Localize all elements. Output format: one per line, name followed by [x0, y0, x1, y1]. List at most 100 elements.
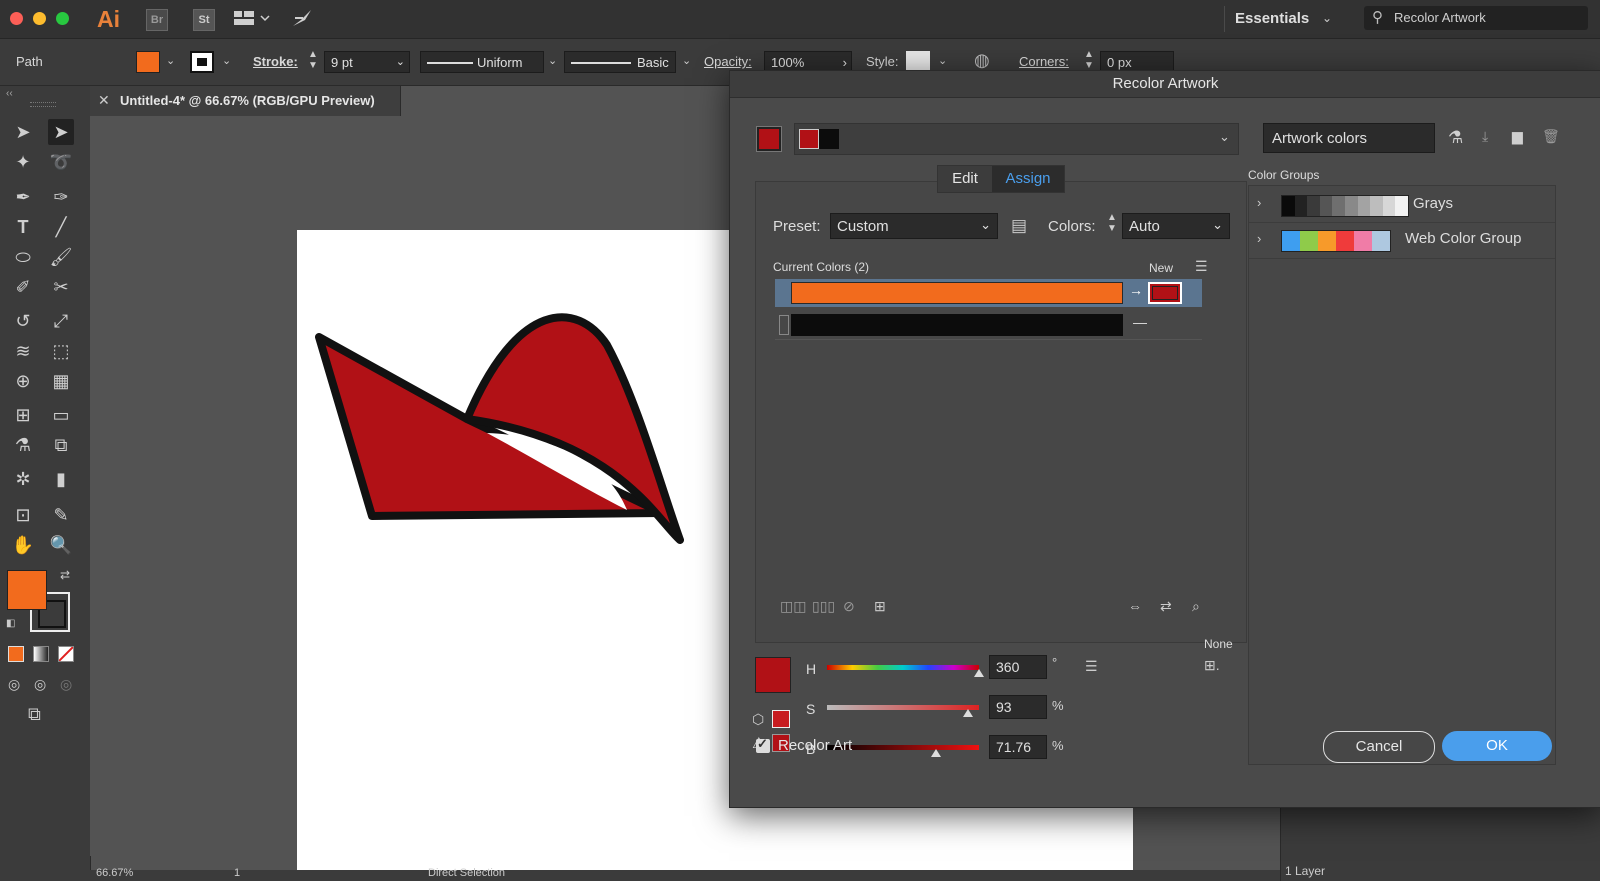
chevron-down-icon[interactable]: ⌄ — [166, 54, 175, 67]
stroke-label[interactable]: Stroke: — [253, 54, 298, 69]
pen-tool-icon[interactable]: ✒ — [10, 184, 36, 210]
color-group-row[interactable]: › Web Color Group — [1249, 222, 1555, 259]
corners-label[interactable]: Corners: — [1019, 54, 1069, 69]
symbol-sprayer-tool-icon[interactable]: ✲ — [10, 466, 36, 492]
document-tab[interactable]: ✕ Untitled-4* @ 66.67% (RGB/GPU Preview) — [90, 86, 401, 116]
stroke-weight-field[interactable]: 9 pt ⌄ — [324, 51, 410, 73]
stepper-icon[interactable]: ▲ ▼ — [1107, 212, 1117, 234]
color-row-selected[interactable]: → — [775, 279, 1202, 307]
opacity-label[interactable]: Opacity: — [704, 54, 752, 69]
minimize-window-button[interactable] — [33, 12, 46, 25]
preset-select[interactable]: Custom ⌄ — [830, 213, 998, 239]
stock-icon[interactable]: St — [193, 9, 215, 31]
color-row[interactable]: — — [775, 311, 1202, 340]
preset-options-icon[interactable]: ▤ — [1011, 216, 1027, 236]
group-swatch[interactable] — [1294, 196, 1308, 216]
hue-field[interactable]: 360 — [989, 655, 1047, 679]
direct-selection-tool-icon[interactable]: ➤ — [48, 119, 74, 145]
slice-tool-icon[interactable]: ✎ — [48, 502, 74, 528]
collapse-panel-icon[interactable]: ‹‹ — [6, 88, 13, 99]
color-mode-icon[interactable] — [8, 646, 24, 662]
group-swatch[interactable] — [1354, 231, 1372, 251]
rotate-tool-icon[interactable]: ↺ — [10, 308, 36, 334]
separate-colors-icon[interactable]: ▯▯▯ — [812, 598, 835, 615]
current-color-bar[interactable] — [791, 314, 1123, 336]
group-swatch[interactable] — [1319, 196, 1333, 216]
save-changes-icon[interactable]: ⤓ — [1482, 128, 1488, 145]
width-tool-icon[interactable]: ≋ — [10, 338, 36, 364]
chevron-right-icon[interactable]: › — [1257, 231, 1261, 246]
grip-icon[interactable] — [30, 102, 56, 107]
gradient-mode-icon[interactable] — [33, 646, 49, 662]
saturation-field[interactable]: 93 — [989, 695, 1047, 719]
randomize-saturation-icon[interactable]: ⇄ — [1160, 598, 1172, 615]
type-tool-icon[interactable]: T — [10, 214, 36, 240]
group-swatch[interactable] — [1307, 196, 1320, 216]
draw-normal-icon[interactable]: ◎ — [8, 676, 20, 693]
fill-color-box[interactable] — [7, 570, 47, 610]
recolor-artwork-icon[interactable]: ◍ — [974, 50, 990, 71]
swap-fill-stroke-icon[interactable]: ⇄ — [60, 568, 70, 582]
eyedropper-tool-icon[interactable]: ⚗ — [10, 432, 36, 458]
recolor-art-checkbox[interactable]: ✓ — [756, 736, 770, 753]
shape-builder-tool-icon[interactable]: ⊕ — [10, 368, 36, 394]
group-swatch[interactable] — [1357, 196, 1371, 216]
chevron-down-icon[interactable]: ⌄ — [938, 54, 947, 67]
color-group-name-field[interactable]: Artwork colors — [1263, 123, 1435, 153]
lasso-tool-icon[interactable]: ➰ — [48, 149, 74, 175]
hue-slider[interactable] — [827, 665, 984, 677]
screen-mode-icon[interactable]: ⧉ — [28, 704, 41, 725]
group-swatch[interactable] — [1370, 196, 1383, 216]
saturation-slider-thumb[interactable] — [963, 709, 974, 717]
out-of-gamut-icon[interactable]: ⬡ — [752, 711, 764, 728]
selection-tool-icon[interactable]: ➤ — [10, 119, 36, 145]
group-swatch[interactable] — [1344, 196, 1358, 216]
group-swatch[interactable] — [1300, 231, 1318, 251]
merge-colors-icon[interactable]: ◫◫ — [780, 598, 806, 615]
group-swatch[interactable] — [1395, 196, 1408, 216]
group-swatch[interactable] — [1282, 231, 1300, 251]
gamut-swatch[interactable] — [772, 710, 790, 728]
harmony-rules-menu[interactable]: ⌄ — [794, 123, 1239, 155]
mesh-tool-icon[interactable]: ⊞ — [10, 402, 36, 428]
exclude-colors-icon[interactable]: ⊘ — [843, 598, 855, 615]
gpu-performance-icon[interactable] — [291, 8, 313, 35]
active-color-swatch[interactable] — [756, 126, 782, 152]
chevron-down-icon[interactable]: ⌄ — [682, 54, 691, 67]
blend-tool-icon[interactable]: ⧉ — [48, 432, 74, 458]
column-graph-tool-icon[interactable]: ▮ — [48, 466, 74, 492]
brightness-slider-thumb[interactable] — [931, 749, 942, 757]
stroke-swatch[interactable] — [190, 51, 214, 73]
delete-icon[interactable]: 🗑 — [1542, 128, 1560, 145]
variable-width-profile[interactable]: Uniform — [420, 51, 544, 73]
grip-icon[interactable] — [779, 315, 789, 335]
stepper-icon[interactable]: ▲ ▼ — [1084, 49, 1094, 71]
stepper-icon[interactable]: ▲ ▼ — [308, 49, 318, 71]
draw-inside-icon[interactable]: ◎ — [60, 676, 72, 693]
fill-swatch[interactable] — [136, 51, 160, 73]
ellipse-tool-icon[interactable]: ⬭ — [10, 244, 36, 270]
workspace-switcher[interactable]: Essentials — [1235, 10, 1309, 27]
brightness-field[interactable]: 71.76 — [989, 735, 1047, 759]
search-field[interactable]: ⚲ Recolor Artwork — [1364, 6, 1588, 30]
hue-slider-thumb[interactable] — [974, 669, 984, 677]
edited-color-swatch[interactable] — [755, 657, 791, 693]
group-swatch[interactable] — [1332, 196, 1345, 216]
brush-definition[interactable]: Basic — [564, 51, 676, 73]
free-transform-tool-icon[interactable]: ⬚ — [48, 338, 74, 364]
chevron-right-icon[interactable]: › — [1257, 195, 1261, 210]
scale-tool-icon[interactable]: ⤢ — [48, 308, 74, 334]
group-swatch[interactable] — [1282, 196, 1295, 216]
artboard-tool-icon[interactable]: ⊡ — [10, 502, 36, 528]
perspective-grid-tool-icon[interactable]: ▦ — [48, 368, 74, 394]
chevron-down-icon[interactable]: ⌄ — [1322, 11, 1332, 25]
paintbrush-tool-icon[interactable]: 🖌 — [48, 244, 74, 270]
new-color-group-icon[interactable]: ▆ — [1512, 128, 1523, 145]
menu-icon[interactable]: ☰ — [1085, 658, 1098, 675]
gradient-tool-icon[interactable]: ▭ — [48, 402, 74, 428]
group-swatch[interactable] — [1318, 231, 1336, 251]
scissors-tool-icon[interactable]: ✂ — [48, 274, 74, 300]
tab-edit[interactable]: Edit — [938, 166, 992, 192]
new-row-icon[interactable]: ⊞ — [874, 598, 886, 615]
saturation-slider[interactable] — [827, 705, 979, 717]
